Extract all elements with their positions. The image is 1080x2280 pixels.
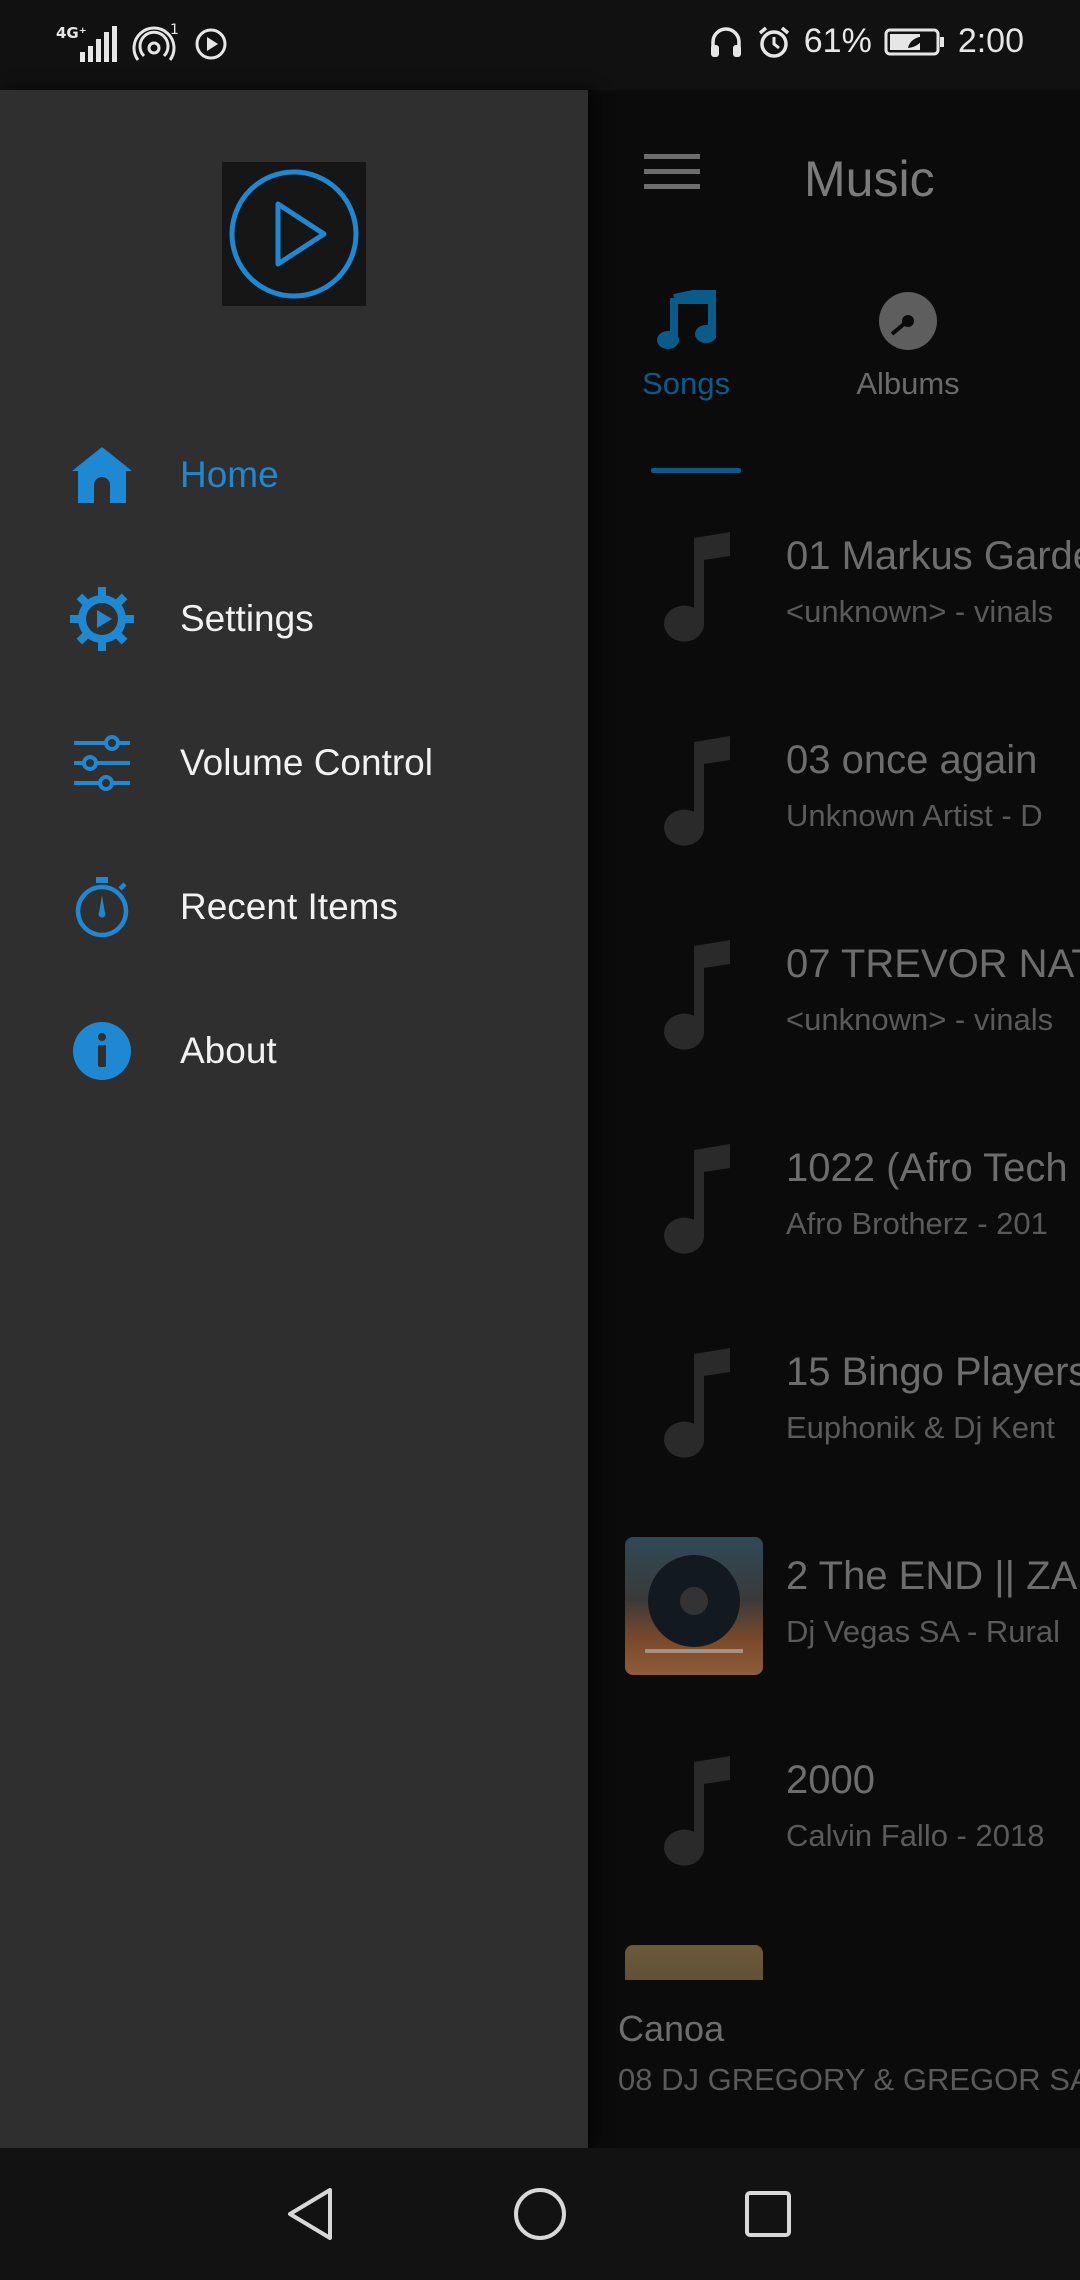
play-status-icon [194,27,228,61]
drawer-item-label: About [180,1030,277,1071]
drawer-item-label: Home [180,454,279,495]
song-title: 2000 [786,1758,875,1802]
song-subtitle: Euphonik & Dj Kent [786,1410,1055,1445]
stopwatch-icon [70,875,134,939]
sliders-icon [70,731,134,795]
music-note-icon [624,1740,764,1880]
song-title: 15 Bingo Players [786,1350,1080,1394]
menu-icon[interactable] [644,152,700,197]
tab-albums-label: Albums [856,366,960,401]
headphones-icon [708,24,744,60]
song-item[interactable]: 1022 (Afro Tech Afro Brotherz - 201 [624,1128,1080,1268]
music-note-icon [624,924,764,1064]
song-title: 03 once again [786,738,1038,782]
song-subtitle: Dj Vegas SA - Rural [786,1614,1060,1649]
network-type-label: 4G⁺ [56,24,87,42]
home-nav-button[interactable] [510,2184,570,2244]
recents-icon [745,2191,791,2237]
song-subtitle: Afro Brotherz - 201 [786,1206,1048,1241]
gear-icon [70,587,134,651]
drawer-item-volume-control[interactable]: Volume Control [0,703,588,823]
song-item[interactable]: 03 once again Unknown Artist - D [624,720,1080,860]
drawer-item-recent-items[interactable]: Recent Items [0,847,588,967]
system-navigation-bar [0,2148,1080,2280]
drawer-item-label: Recent Items [180,886,398,927]
drawer-item-home[interactable]: Home [0,415,588,535]
song-subtitle: <unknown> - vinals [786,594,1054,629]
drawer-item-label: Volume Control [180,742,433,783]
home-circle-icon [514,2188,566,2240]
back-icon [288,2188,332,2240]
song-title: 07 TREVOR NAT [786,942,1080,986]
music-note-icon [624,720,764,860]
status-bar: 4G⁺ 1 61% 2:00 [0,0,1080,90]
album-art [624,1536,764,1676]
now-playing-subtitle: 08 DJ GREGORY & GREGOR SA [618,2062,1080,2097]
music-note-icon [624,1332,764,1472]
clock-time: 2:00 [957,22,1024,60]
song-item[interactable]: 01 Markus Garde <unknown> - vinals [624,516,1080,656]
song-subtitle: Calvin Fallo - 2018 [786,1818,1045,1853]
song-title: 1022 (Afro Tech [786,1146,1068,1190]
song-title: 2 The END || ZA [786,1554,1078,1598]
tab-songs[interactable]: Songs [606,290,766,402]
tab-indicator [651,468,741,473]
app-content: Music Songs Albums 01 Markus Garde <unkn… [588,90,1080,2148]
song-item[interactable]: 2 The END || ZA Dj Vegas SA - Rural [624,1536,1080,1676]
music-note-icon [624,516,764,656]
info-icon [70,1019,134,1083]
song-item[interactable]: 15 Bingo Players Euphonik & Dj Kent [624,1332,1080,1472]
drawer-item-label: Settings [180,598,314,639]
tab-songs-label: Songs [642,366,730,401]
disc-icon [828,290,988,352]
app-logo [222,162,366,306]
drawer-item-about[interactable]: About [0,991,588,1111]
drawer-item-settings[interactable]: Settings [0,559,588,679]
music-note-icon [606,290,766,352]
song-item[interactable]: 2000 Calvin Fallo - 2018 [624,1740,1080,1880]
tab-albums[interactable]: Albums [828,290,988,402]
song-subtitle: <unknown> - vinals [786,1002,1054,1037]
battery-icon [884,27,946,57]
music-note-icon [624,1128,764,1268]
hotspot-count: 1 [170,22,179,38]
status-left: 4G⁺ 1 [56,22,228,66]
status-right: 61% 2:00 [708,22,1024,61]
now-playing-bar[interactable]: Canoa 08 DJ GREGORY & GREGOR SA [588,1980,1080,2148]
song-title: 01 Markus Garde [786,534,1080,578]
battery-percent: 61% [803,22,872,60]
back-button[interactable] [280,2184,340,2244]
app-title: Music [804,151,935,207]
navigation-drawer: Home Settings Volume Control Recent Item… [0,90,588,2148]
signal-icon: 4G⁺ [56,22,118,66]
alarm-icon [756,24,792,60]
recents-button[interactable] [738,2184,798,2244]
song-item[interactable]: 07 TREVOR NAT <unknown> - vinals [624,924,1080,1064]
hotspot-icon: 1 [132,22,180,66]
song-subtitle: Unknown Artist - D [786,798,1043,833]
now-playing-title: Canoa [618,2008,725,2049]
home-icon [70,443,134,507]
